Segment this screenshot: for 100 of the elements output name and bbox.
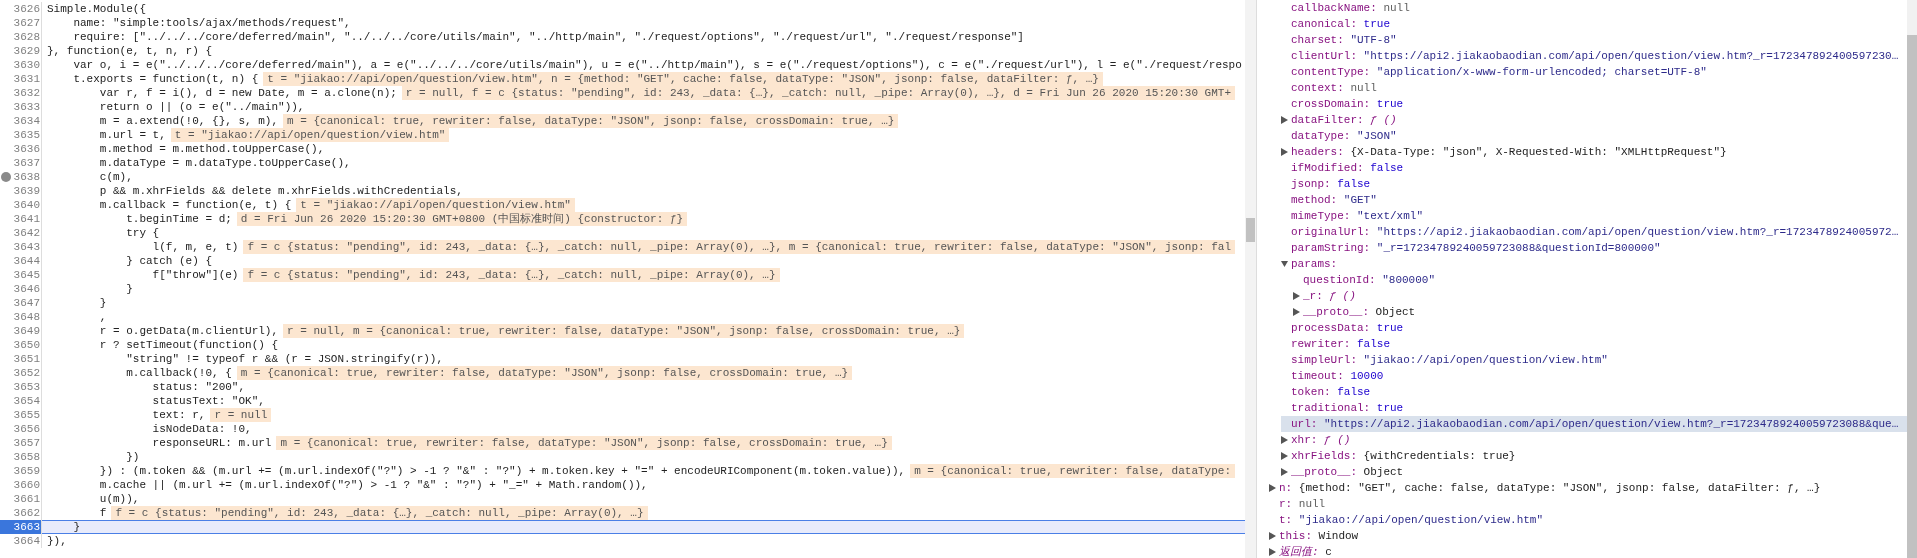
property-value: true (1376, 97, 1404, 112)
property-value: "https://api2.jiakaobaodian.com/api/open/question/view.htm?_r=17234789240059723088&que… (1324, 417, 1899, 432)
line-number[interactable]: 3663 (0, 520, 42, 534)
code-text: } (98, 296, 107, 310)
code-text: u(m)), (98, 492, 140, 506)
code-text: return o || (o = e("../main")), (98, 100, 305, 114)
caret-icon[interactable] (1281, 436, 1288, 444)
caret-icon[interactable] (1281, 468, 1288, 476)
property-key: originalUrl: (1291, 224, 1371, 240)
scrollbar[interactable] (1245, 0, 1256, 558)
code-text: }) (125, 450, 140, 464)
code-text: try { (125, 226, 160, 240)
inline-value: m = {canonical: true, rewriter: false, dataType: "JSON", jsonp: false, crossDomain: true, …} (236, 366, 853, 380)
inline-value: m = {canonical: true, rewriter: false, dataType: (910, 464, 1235, 478)
property-key: _r: (1303, 288, 1323, 304)
caret-icon[interactable] (1269, 548, 1276, 556)
code-text: p && m.xhrFields && delete m.xhrFields.withCredentials, (98, 184, 463, 198)
code-text: statusText: "OK", (151, 394, 265, 408)
property-key: headers: (1291, 144, 1344, 160)
property-value: "https://api2.jiakaobaodian.com/api/open/question/view.htm?_r=1723478924005972… (1376, 225, 1899, 240)
property-key: clientUrl: (1291, 48, 1357, 64)
property-value: {withCredentials: true} (1363, 449, 1516, 464)
property-key: __proto__: (1303, 304, 1369, 320)
property-value: ƒ () (1324, 433, 1351, 448)
inline-value: m = {canonical: true, rewriter: false, dataType: "JSON", jsonp: false, crossDomain: true, …} (276, 436, 892, 450)
property-key: xhr: (1291, 432, 1318, 448)
code-text: m.url = t, (98, 128, 166, 142)
property-key: t: (1279, 512, 1293, 528)
property-key: questionId: (1303, 272, 1376, 288)
property-value: "GET" (1343, 193, 1377, 208)
caret-icon[interactable] (1269, 484, 1276, 492)
code-text: f["throw"](e) (151, 268, 239, 282)
property-value: "UTF-8" (1350, 33, 1397, 48)
property-key: context: (1291, 80, 1344, 96)
property-key: paramString: (1291, 240, 1371, 256)
inline-value: r = null, f = c {status: "pending", id: 243, _data: {…}, _catch: null, _pipe: Array(0), …}, d = Fri Jun 26 2020 15:20:30 GMT+ (401, 86, 1235, 100)
inline-value: r = null, m = {canonical: true, rewriter: false, dataType: "JSON", jsonp: false, crossDomain: true, …} (283, 324, 965, 338)
property-value: "800000" (1382, 273, 1436, 288)
property-key: dataFilter: (1291, 112, 1364, 128)
property-key: traditional: (1291, 400, 1371, 416)
code-text: l(f, m, e, t) (151, 240, 239, 254)
line-number[interactable]: 3638 (0, 170, 42, 184)
property-key: jsonp: (1291, 176, 1331, 192)
code-text: } (125, 282, 133, 296)
property-key: token: (1291, 384, 1331, 400)
property-value: Object (1375, 305, 1416, 320)
caret-icon[interactable] (1269, 532, 1276, 540)
code-text: "string" != typeof r && (r = JSON.stringify(r)), (125, 352, 444, 366)
code-text: require: ["../../../core/deferred/main", "../../../core/utils/main", "../http/main", "./request/options", "./request/url", "./request/response"] (72, 30, 1024, 44)
caret-icon[interactable] (1281, 116, 1288, 124)
property-key: __proto__: (1291, 464, 1357, 480)
inline-value: f = c {status: "pending", id: 243, _data: {…}, _catch: null, _pipe: Array(0), …} (111, 506, 648, 520)
inline-value: d = Fri Jun 26 2020 15:20:30 GMT+0800 (中国标准时间) {constructor: ƒ} (236, 212, 688, 226)
code-text: r = o.getData(m.clientUrl), (98, 324, 279, 338)
property-value: true (1376, 401, 1404, 416)
property-key: ifModified: (1291, 160, 1364, 176)
property-key: rewriter: (1291, 336, 1351, 352)
inline-value: t = "jiakao://api/open/question/view.htm" (296, 198, 575, 212)
code-text: var r, f = i(), d = new Date, m = a.clone(n); (98, 86, 397, 100)
code-text: }, function(e, t, n, r) { (46, 44, 213, 58)
caret-icon[interactable] (1281, 148, 1288, 156)
property-key: url: (1291, 416, 1318, 432)
property-value: Object (1363, 465, 1404, 480)
property-key: crossDomain: (1291, 96, 1371, 112)
code-text: }), (46, 534, 67, 548)
code-text: isNodeData: !0, (151, 422, 252, 436)
inline-value: t = "jiakao://api/open/question/view.htm" (170, 128, 450, 142)
property-value: false (1337, 385, 1371, 400)
inline-value: t = "jiakao://api/open/question/view.htm", n = {method: "GET", cache: false, dataType: "JSON", jsonp: false, dataFilter: ƒ, …} (263, 72, 1103, 86)
property-key: method: (1291, 192, 1338, 208)
code-text: m.method = m.method.toUpperCase(), (98, 142, 325, 156)
property-value: false (1370, 161, 1404, 176)
caret-icon[interactable] (1293, 292, 1300, 300)
property-key: timeout: (1291, 368, 1344, 384)
code-text: m.callback = function(e, t) { (98, 198, 292, 212)
inline-value: r = null (210, 408, 272, 422)
property-key: params: (1291, 256, 1338, 272)
property-key: dataType: (1291, 128, 1351, 144)
property-value: "application/x-www-form-urlencoded; charset=UTF-8" (1376, 65, 1707, 80)
caret-icon[interactable] (1293, 308, 1300, 316)
code-text: } (72, 520, 80, 534)
property-value: null (1350, 81, 1377, 96)
property-value: Window (1318, 529, 1359, 544)
caret-icon[interactable] (1281, 260, 1288, 268)
property-key: 返回值: (1279, 544, 1319, 558)
property-value: "jiakao://api/open/question/view.htm" (1363, 353, 1608, 368)
property-key: callbackName: (1291, 0, 1377, 16)
property-value: ƒ () (1329, 289, 1356, 304)
code-text: f (98, 506, 107, 520)
property-value: false (1357, 337, 1391, 352)
property-key: canonical: (1291, 16, 1357, 32)
property-row[interactable]: url: "https://api2.jiakaobaodian.com/api/open/question/view.htm?_r=17234789240059723088&que… (1281, 416, 1907, 432)
caret-icon[interactable] (1281, 452, 1288, 460)
inline-value: f = c {status: "pending", id: 243, _data: {…}, _catch: null, _pipe: Array(0), …}, m = {canonical: true, rewriter: false, dataType: "JSON", jsonp: fal (243, 240, 1235, 254)
breakpoint-icon[interactable] (1, 172, 11, 182)
property-key: xhrFields: (1291, 448, 1357, 464)
code-text: r ? setTimeout(function() { (98, 338, 279, 352)
scrollbar-thumb[interactable] (1246, 218, 1255, 242)
property-value: {X-Data-Type: "json", X-Requested-With: "XMLHttpRequest"} (1350, 145, 1727, 160)
property-value: "JSON" (1357, 129, 1397, 144)
